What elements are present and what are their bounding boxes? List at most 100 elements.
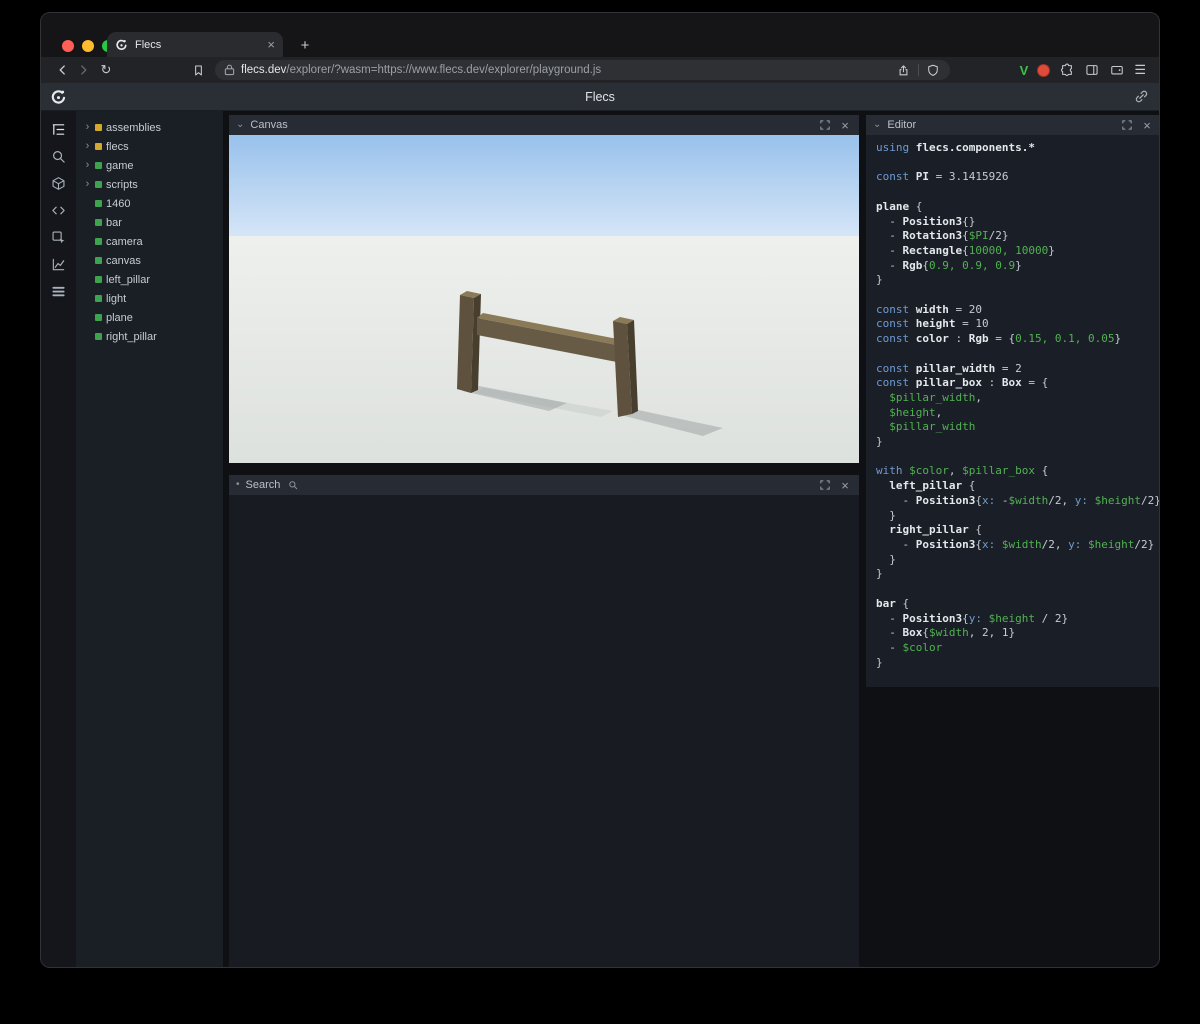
entity-color-square <box>95 124 102 131</box>
entity-color-square <box>95 257 102 264</box>
magnifier-icon <box>288 480 298 490</box>
tree-item-label: right_pillar <box>106 330 157 343</box>
tree-item-canvas[interactable]: canvas <box>76 251 223 270</box>
close-panel-icon[interactable]: × <box>1140 118 1154 132</box>
shield-icon[interactable] <box>925 62 941 78</box>
inspect-cursor-icon[interactable] <box>48 229 70 246</box>
browser-window: Flecs × + ↻ flecs.dev/explorer/?wasm=htt… <box>40 12 1160 968</box>
fullscreen-icon[interactable] <box>818 118 832 132</box>
tree-expand-arrow-icon[interactable]: › <box>84 160 91 171</box>
tree-item-assemblies[interactable]: › assemblies <box>76 118 223 137</box>
extension-red-circle-icon[interactable] <box>1037 63 1051 77</box>
close-panel-icon[interactable]: × <box>838 118 852 132</box>
editor-panel: ⌄ Editor × using flecs.components.* cons… <box>866 115 1160 687</box>
code-line: } <box>876 435 883 449</box>
close-panel-icon[interactable]: × <box>838 478 852 492</box>
tree-item-bar[interactable]: bar <box>76 213 223 232</box>
browser-menu-icon[interactable]: ☰ <box>1134 62 1146 78</box>
entity-tree: › assemblies › flecs › game › scripts 1460 bar cam… <box>76 111 223 967</box>
search-icon[interactable] <box>48 148 70 165</box>
reload-icon[interactable]: ↻ <box>95 59 117 81</box>
canvas-panel-title: Canvas <box>250 119 288 131</box>
tree-item-label: plane <box>106 311 133 324</box>
new-tab-button[interactable]: + <box>295 35 315 55</box>
entity-color-square <box>95 276 102 283</box>
collapse-dot-icon[interactable]: • <box>236 480 240 490</box>
extensions-puzzle-icon[interactable] <box>1059 62 1075 78</box>
editor-panel-header: ⌄ Editor × <box>866 115 1159 135</box>
tree-expand-arrow-icon[interactable]: › <box>84 141 91 152</box>
code-line: left_pillar { <box>889 479 976 493</box>
extension-v-icon[interactable]: V <box>1020 63 1029 78</box>
script-code-icon[interactable] <box>48 202 70 219</box>
tree-item-left_pillar[interactable]: left_pillar <box>76 270 223 289</box>
wallet-icon[interactable] <box>1109 62 1125 78</box>
code-line: - Rectangle{10000, 10000} <box>876 243 1055 257</box>
scene-3d <box>229 135 859 463</box>
code-line: - Rotation3{$PI/2} <box>876 229 1009 243</box>
tree-item-light[interactable]: light <box>76 289 223 308</box>
url-text: flecs.dev/explorer/?wasm=https://www.fle… <box>241 64 890 76</box>
editor-code[interactable]: using flecs.components.* const PI = 3.14… <box>866 135 1160 687</box>
commands-list-icon[interactable] <box>48 283 70 300</box>
tab-close-icon[interactable]: × <box>267 38 275 51</box>
code-line: $height, <box>889 405 943 419</box>
share-link-icon[interactable] <box>1134 89 1149 104</box>
entity-color-square <box>95 143 102 150</box>
tree-item-label: light <box>106 292 127 305</box>
tree-item-scripts[interactable]: › scripts <box>76 175 223 194</box>
tree-item-label: camera <box>106 235 143 248</box>
tree-item-label: flecs <box>106 140 129 153</box>
bookmark-icon[interactable] <box>187 59 209 81</box>
tree-item-flecs[interactable]: › flecs <box>76 137 223 156</box>
tab-favicon-flecs-logo-icon <box>115 38 128 51</box>
side-panel-icon[interactable] <box>1084 62 1100 78</box>
code-line: - Position3{x: $width/2, y: $height/2} <box>876 537 1155 551</box>
collapse-chevron-icon[interactable]: ⌄ <box>236 120 244 130</box>
entity-color-square <box>95 238 102 245</box>
tree-item-right_pillar[interactable]: right_pillar <box>76 327 223 346</box>
code-line: - Position3{} <box>876 214 976 228</box>
share-icon[interactable] <box>896 62 912 78</box>
browser-tab[interactable]: Flecs × <box>107 32 283 57</box>
fullscreen-icon[interactable] <box>1120 118 1134 132</box>
main-area: ⌄ Canvas × • Search × ⌄ Editor × using f… <box>223 111 1160 967</box>
entity-color-square <box>95 219 102 226</box>
code-line: const PI = 3.1415926 <box>876 170 1009 184</box>
search-panel: • Search × <box>229 475 859 967</box>
url-path: /explorer/?wasm=https://www.flecs.dev/ex… <box>286 64 602 76</box>
search-panel-title: Search <box>245 479 281 491</box>
close-window-button[interactable] <box>62 40 74 52</box>
entity-tree-icon[interactable] <box>48 121 70 138</box>
url-domain: flecs.dev <box>241 64 287 76</box>
code-line: - Position3{y: $height / 2} <box>876 611 1069 625</box>
url-bar[interactable]: flecs.dev/explorer/?wasm=https://www.fle… <box>215 60 950 80</box>
tree-item-label: left_pillar <box>106 273 151 286</box>
editor-panel-title: Editor <box>887 119 917 131</box>
code-line: const pillar_box : Box = { <box>876 376 1049 390</box>
tree-item-game[interactable]: › game <box>76 156 223 175</box>
fullscreen-icon[interactable] <box>818 478 832 492</box>
code-line: } <box>876 273 883 287</box>
tree-item-1460[interactable]: 1460 <box>76 194 223 213</box>
back-icon[interactable] <box>51 59 73 81</box>
tree-expand-arrow-icon[interactable]: › <box>84 122 91 133</box>
code-line: } <box>876 655 883 669</box>
tree-item-plane[interactable]: plane <box>76 308 223 327</box>
code-line: bar { <box>876 596 910 610</box>
canvas-viewport[interactable] <box>229 135 859 463</box>
minimize-window-button[interactable] <box>82 40 94 52</box>
code-line: - Position3{x: -$width/2, y: $height/2} <box>876 493 1160 507</box>
code-line: } <box>876 567 883 581</box>
tree-expand-arrow-icon[interactable]: › <box>84 179 91 190</box>
tree-item-camera[interactable]: camera <box>76 232 223 251</box>
entities-cube-icon[interactable] <box>48 175 70 192</box>
code-line: const width = 20 <box>876 302 982 316</box>
forward-icon[interactable] <box>73 59 95 81</box>
collapse-chevron-icon[interactable]: ⌄ <box>873 120 881 130</box>
stats-chart-icon[interactable] <box>48 256 70 273</box>
